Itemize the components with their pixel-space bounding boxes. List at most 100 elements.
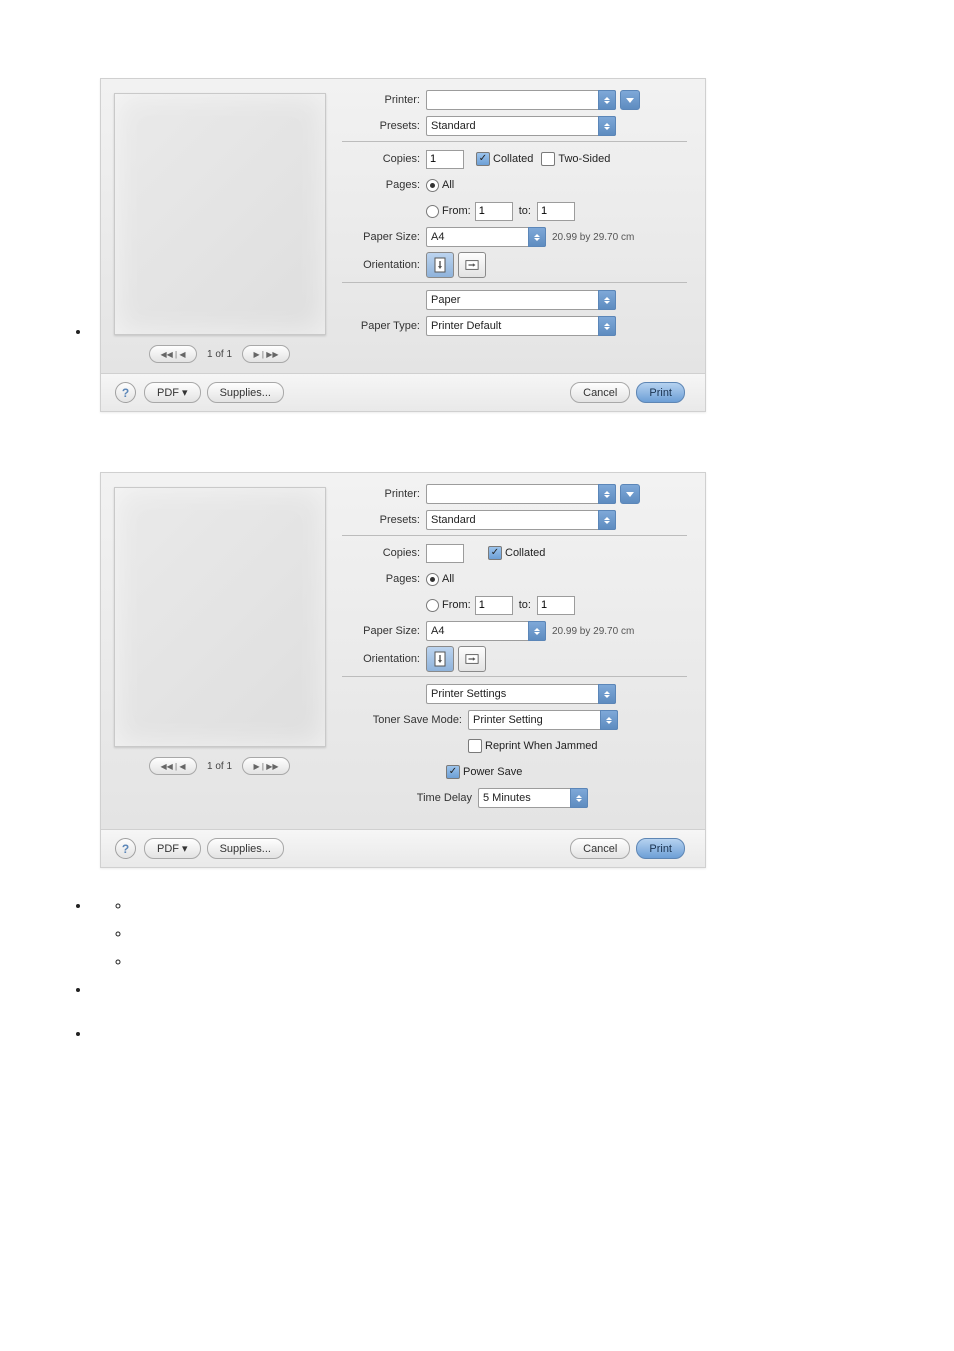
copies-label: Copies: bbox=[342, 547, 420, 559]
pages-from-label: From: bbox=[442, 599, 471, 611]
print-dialog-printer-settings: ◀◀ | ◀ 1 of 1 ▶ | ▶▶ Printer: bbox=[100, 472, 706, 868]
printer-label: Printer: bbox=[342, 488, 420, 500]
dropdown-arrows-icon bbox=[528, 621, 546, 641]
cancel-button[interactable]: Cancel bbox=[570, 838, 630, 859]
printer-select[interactable] bbox=[426, 484, 616, 504]
page-preview bbox=[114, 93, 326, 335]
help-button[interactable]: ? bbox=[115, 382, 136, 403]
reprint-label: Reprint When Jammed bbox=[485, 740, 598, 752]
orientation-portrait-button[interactable] bbox=[426, 646, 454, 672]
time-delay-label: Time Delay bbox=[342, 792, 472, 804]
settings-section-select[interactable]: Paper bbox=[426, 290, 616, 310]
orientation-label: Orientation: bbox=[342, 259, 420, 271]
paper-type-select[interactable]: Printer Default bbox=[426, 316, 616, 336]
copies-label: Copies: bbox=[342, 153, 420, 165]
toner-save-value: Printer Setting bbox=[473, 714, 543, 726]
paper-size-select[interactable]: A4 bbox=[426, 621, 546, 641]
paper-size-value: A4 bbox=[431, 231, 444, 243]
pages-to-label: to: bbox=[519, 599, 531, 611]
nav-next-button[interactable]: ▶ | ▶▶ bbox=[242, 345, 290, 363]
paper-size-dimensions: 20.99 by 29.70 cm bbox=[552, 232, 634, 243]
supplies-button[interactable]: Supplies... bbox=[207, 382, 284, 403]
dropdown-arrows-icon bbox=[528, 227, 546, 247]
pages-range-radio[interactable]: From: bbox=[426, 599, 471, 612]
printer-label: Printer: bbox=[342, 94, 420, 106]
paper-size-select[interactable]: A4 bbox=[426, 227, 546, 247]
pages-all-label: All bbox=[442, 573, 454, 585]
presets-select[interactable]: Standard bbox=[426, 116, 616, 136]
dropdown-arrows-icon bbox=[598, 116, 616, 136]
pages-label: Pages: bbox=[342, 573, 420, 585]
dropdown-arrows-icon bbox=[598, 90, 616, 110]
pages-range-radio[interactable]: From: bbox=[426, 205, 471, 218]
pages-label: Pages: bbox=[342, 179, 420, 191]
paper-size-label: Paper Size: bbox=[342, 231, 420, 243]
pdf-button[interactable]: PDF ▾ bbox=[144, 382, 201, 403]
nav-page-status: 1 of 1 bbox=[207, 349, 232, 360]
landscape-icon bbox=[465, 257, 479, 273]
nav-prev-button[interactable]: ◀◀ | ◀ bbox=[149, 345, 197, 363]
landscape-icon bbox=[465, 651, 479, 667]
paper-size-value: A4 bbox=[431, 625, 444, 637]
portrait-icon bbox=[433, 651, 447, 667]
pages-to-input[interactable] bbox=[537, 202, 575, 221]
paper-type-value: Printer Default bbox=[431, 320, 501, 332]
collated-checkbox[interactable]: Collated bbox=[476, 152, 533, 166]
collated-label: Collated bbox=[493, 153, 533, 165]
nav-next-button[interactable]: ▶ | ▶▶ bbox=[242, 757, 290, 775]
print-dialog-paper: ◀◀ | ◀ 1 of 1 ▶ | ▶▶ Printer: bbox=[100, 78, 706, 412]
pages-from-input[interactable] bbox=[475, 596, 513, 615]
presets-value: Standard bbox=[431, 120, 476, 132]
nav-page-status: 1 of 1 bbox=[207, 761, 232, 772]
copies-input[interactable] bbox=[426, 150, 464, 169]
pdf-button[interactable]: PDF ▾ bbox=[144, 838, 201, 859]
reprint-checkbox[interactable]: Reprint When Jammed bbox=[468, 739, 598, 753]
collated-checkbox[interactable]: Collated bbox=[488, 546, 545, 560]
dropdown-arrows-icon bbox=[600, 710, 618, 730]
supplies-button[interactable]: Supplies... bbox=[207, 838, 284, 859]
paper-type-label: Paper Type: bbox=[342, 320, 420, 332]
dropdown-arrows-icon bbox=[598, 316, 616, 336]
portrait-icon bbox=[433, 257, 447, 273]
pages-from-input[interactable] bbox=[475, 202, 513, 221]
orientation-landscape-button[interactable] bbox=[458, 252, 486, 278]
printer-disclosure-button[interactable] bbox=[620, 484, 640, 504]
settings-section-select[interactable]: Printer Settings bbox=[426, 684, 616, 704]
dropdown-arrows-icon bbox=[598, 484, 616, 504]
cancel-button[interactable]: Cancel bbox=[570, 382, 630, 403]
pages-from-label: From: bbox=[442, 205, 471, 217]
pages-all-label: All bbox=[442, 179, 454, 191]
nav-prev-button[interactable]: ◀◀ | ◀ bbox=[149, 757, 197, 775]
paper-size-label: Paper Size: bbox=[342, 625, 420, 637]
print-button[interactable]: Print bbox=[636, 838, 685, 859]
power-save-label: Power Save bbox=[463, 766, 522, 778]
settings-section-value: Paper bbox=[431, 294, 460, 306]
two-sided-checkbox[interactable]: Two-Sided bbox=[541, 152, 610, 166]
copies-input[interactable] bbox=[426, 544, 464, 563]
time-delay-select[interactable]: 5 Minutes bbox=[478, 788, 588, 808]
page-preview bbox=[114, 487, 326, 747]
presets-select[interactable]: Standard bbox=[426, 510, 616, 530]
printer-select[interactable] bbox=[426, 90, 616, 110]
collated-label: Collated bbox=[505, 547, 545, 559]
orientation-portrait-button[interactable] bbox=[426, 252, 454, 278]
time-delay-value: 5 Minutes bbox=[483, 792, 531, 804]
pages-all-radio[interactable]: All bbox=[426, 573, 454, 586]
help-button[interactable]: ? bbox=[115, 838, 136, 859]
dropdown-arrows-icon bbox=[598, 510, 616, 530]
orientation-label: Orientation: bbox=[342, 653, 420, 665]
printer-disclosure-button[interactable] bbox=[620, 90, 640, 110]
paper-size-dimensions: 20.99 by 29.70 cm bbox=[552, 626, 634, 637]
pages-all-radio[interactable]: All bbox=[426, 179, 454, 192]
orientation-landscape-button[interactable] bbox=[458, 646, 486, 672]
pages-to-input[interactable] bbox=[537, 596, 575, 615]
presets-value: Standard bbox=[431, 514, 476, 526]
toner-save-select[interactable]: Printer Setting bbox=[468, 710, 618, 730]
dropdown-arrows-icon bbox=[570, 788, 588, 808]
print-button[interactable]: Print bbox=[636, 382, 685, 403]
presets-label: Presets: bbox=[342, 514, 420, 526]
dropdown-arrows-icon bbox=[598, 684, 616, 704]
power-save-checkbox[interactable]: Power Save bbox=[446, 765, 522, 779]
dropdown-arrows-icon bbox=[598, 290, 616, 310]
pages-to-label: to: bbox=[519, 205, 531, 217]
